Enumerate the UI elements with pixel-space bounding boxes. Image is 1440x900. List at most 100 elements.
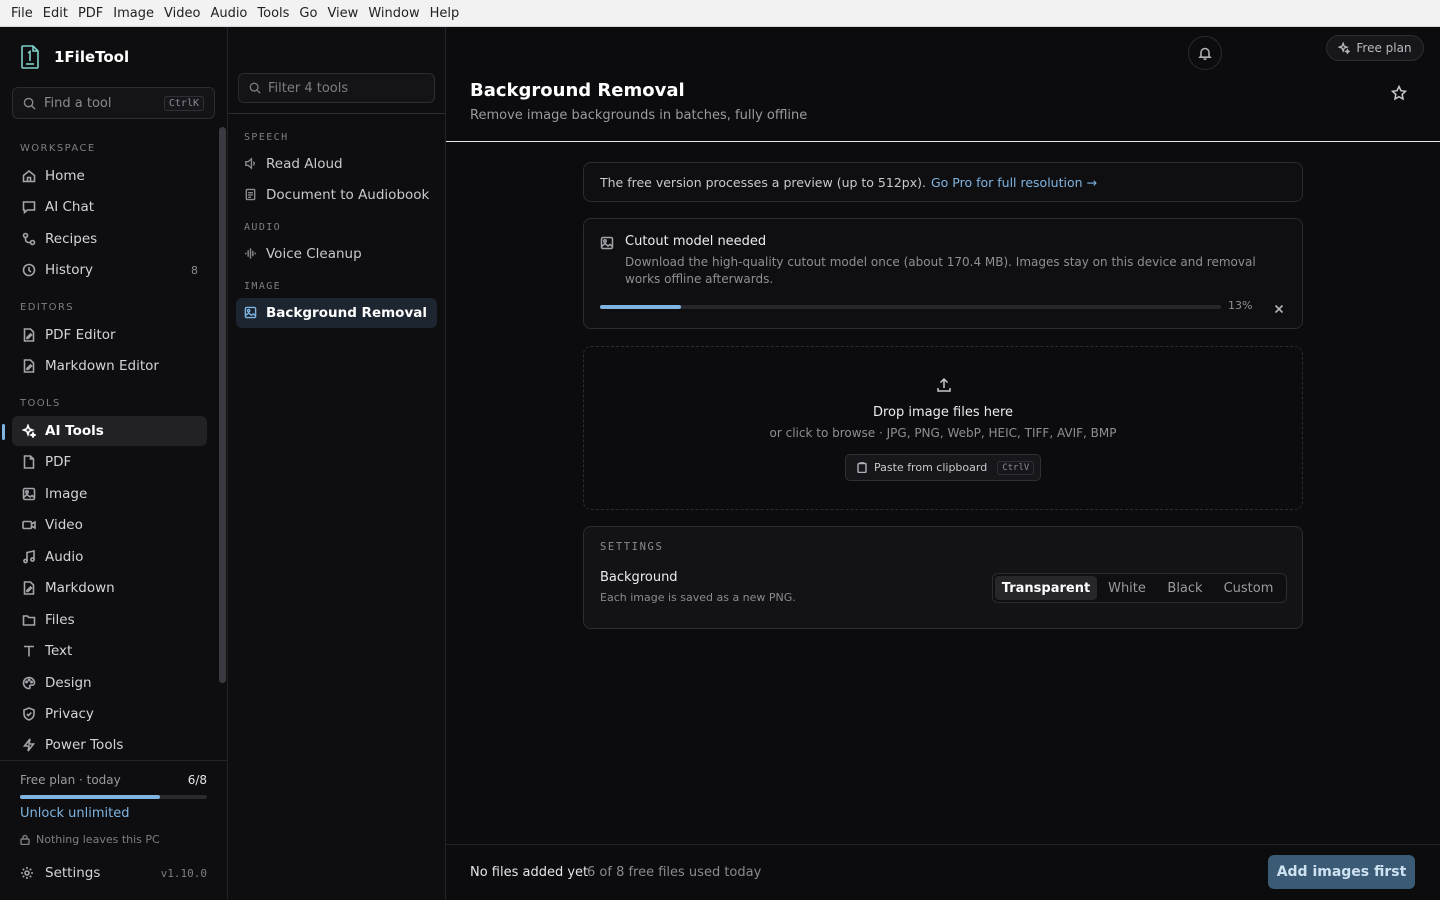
model-description: Download the high-quality cutout model o…	[625, 255, 1256, 286]
go-pro-link[interactable]: Go Pro for full resolution →	[931, 175, 1097, 190]
sidebar-item-text[interactable]: Text	[12, 636, 207, 666]
settings-button[interactable]: Settings v1.10.0	[20, 865, 207, 881]
model-download-progress	[600, 305, 1221, 309]
notifications-button[interactable]	[1188, 36, 1222, 70]
active-indicator	[2, 424, 5, 440]
image-dropzone[interactable]: Drop image files here or click to browse…	[583, 346, 1303, 510]
sidebar-item-power-tools[interactable]: Power Tools	[12, 731, 207, 753]
markdown-icon	[21, 581, 36, 596]
tool-item-document-to-audiobook[interactable]: Document to Audiobook	[236, 180, 437, 210]
find-tool-shortcut: CtrlK	[163, 95, 204, 111]
sidebar-item-design[interactable]: Design	[12, 668, 207, 698]
menu-file[interactable]: File	[6, 0, 38, 27]
model-download-percent: 13%	[1228, 299, 1253, 312]
sidebar-item-label: AI Tools	[45, 423, 104, 439]
cancel-download-button[interactable]	[1273, 300, 1285, 314]
background-option-transparent[interactable]: Transparent	[995, 576, 1097, 600]
menu-audio[interactable]: Audio	[205, 0, 252, 27]
background-option-white[interactable]: White	[1097, 576, 1157, 600]
tool-item-read-aloud[interactable]: Read Aloud	[236, 149, 437, 179]
free-version-notice: The free version processes a preview (up…	[583, 162, 1303, 202]
background-setting-description: Each image is saved as a new PNG.	[600, 591, 796, 604]
os-menu-bar: File Edit PDF Image Video Audio Tools Go…	[0, 0, 1440, 27]
free-plan-badge[interactable]: Free plan	[1326, 35, 1424, 61]
menu-video[interactable]: Video	[159, 0, 205, 27]
tools-panel: Filter 4 tools SPEECH Read Aloud Documen…	[228, 27, 446, 900]
paste-label: Paste from clipboard	[874, 461, 988, 474]
sidebar-item-ai-tools[interactable]: AI Tools	[12, 416, 207, 446]
find-tool-input[interactable]: Find a tool CtrlK	[12, 87, 215, 119]
upload-icon	[935, 376, 953, 394]
menu-image[interactable]: Image	[108, 0, 159, 27]
sidebar: 1FileTool Find a tool CtrlK WORKSPACE Ho…	[0, 27, 228, 900]
menu-help[interactable]: Help	[425, 0, 465, 27]
sidebar-item-privacy[interactable]: Privacy	[12, 699, 207, 729]
filter-tools-placeholder: Filter 4 tools	[268, 80, 349, 96]
background-option-black[interactable]: Black	[1157, 576, 1213, 600]
sidebar-item-video[interactable]: Video	[12, 510, 207, 540]
sidebar-item-label: AI Chat	[45, 199, 95, 215]
menu-view[interactable]: View	[322, 0, 363, 27]
search-icon	[249, 82, 261, 94]
paste-from-clipboard-button[interactable]: Paste from clipboard CtrlV	[845, 454, 1041, 481]
sidebar-item-label: PDF Editor	[45, 327, 116, 343]
header-divider	[446, 141, 1440, 142]
markdown-editor-icon	[21, 359, 36, 374]
add-images-button[interactable]: Add images first	[1268, 855, 1415, 889]
dropzone-title: Drop image files here	[872, 405, 1014, 420]
sidebar-item-home[interactable]: Home	[12, 161, 207, 191]
favorite-button[interactable]	[1390, 84, 1408, 101]
music-icon	[21, 550, 36, 565]
sidebar-scrollbar[interactable]	[219, 127, 226, 683]
lock-icon	[20, 834, 30, 845]
tools-section-audio: AUDIO	[244, 222, 282, 233]
star-icon	[1390, 84, 1408, 101]
tool-item-label: Voice Cleanup	[266, 246, 362, 262]
app-version: v1.10.0	[160, 866, 207, 880]
sidebar-item-image[interactable]: Image	[12, 479, 207, 509]
sidebar-item-recipes[interactable]: Recipes	[12, 224, 207, 254]
sidebar-item-pdf[interactable]: PDF	[12, 447, 207, 477]
brand[interactable]: 1FileTool	[20, 45, 129, 69]
background-option-custom[interactable]: Custom	[1213, 576, 1284, 600]
filter-tools-input[interactable]: Filter 4 tools	[238, 73, 435, 103]
sidebar-scrollbar-thumb[interactable]	[219, 127, 226, 683]
model-download-card: Cutout model needed Download the high-qu…	[583, 218, 1303, 329]
sparkles-icon	[1338, 42, 1351, 54]
speaker-icon	[244, 157, 258, 171]
sidebar-item-audio[interactable]: Audio	[12, 542, 207, 572]
unlock-unlimited-link[interactable]: Unlock unlimited	[20, 806, 129, 821]
menu-tools[interactable]: Tools	[252, 0, 294, 27]
sidebar-item-label: Video	[45, 517, 83, 533]
menu-window[interactable]: Window	[363, 0, 424, 27]
sidebar-item-ai-chat[interactable]: AI Chat	[12, 192, 207, 222]
plan-usage-row: Free plan · today 6/8	[20, 773, 207, 787]
sidebar-item-label: PDF	[45, 454, 72, 470]
sidebar-item-history[interactable]: History 8	[12, 255, 207, 285]
background-segmented-control: Transparent White Black Custom	[992, 573, 1287, 603]
model-download-progress-fill	[600, 305, 681, 309]
page-title: Background Removal	[470, 80, 685, 101]
waveform-icon	[244, 247, 258, 261]
sidebar-item-files[interactable]: Files	[12, 605, 207, 635]
sidebar-item-label: Audio	[45, 549, 84, 565]
sidebar-item-markdown[interactable]: Markdown	[12, 573, 207, 603]
tools-section-image: IMAGE	[244, 281, 282, 292]
privacy-note: Nothing leaves this PC	[20, 833, 160, 846]
bolt-icon	[21, 737, 36, 752]
bell-icon	[1198, 47, 1212, 60]
footer-divider	[446, 844, 1440, 845]
tools-section-speech: SPEECH	[244, 132, 289, 143]
tool-item-background-removal[interactable]: Background Removal	[236, 298, 437, 328]
sparkles-icon	[21, 424, 36, 439]
document-icon	[244, 188, 258, 202]
tool-item-voice-cleanup[interactable]: Voice Cleanup	[236, 239, 437, 269]
menu-go[interactable]: Go	[294, 0, 322, 27]
privacy-note-text: Nothing leaves this PC	[36, 833, 160, 846]
sidebar-item-markdown-editor[interactable]: Markdown Editor	[12, 351, 207, 381]
menu-pdf[interactable]: PDF	[73, 0, 108, 27]
sidebar-item-pdf-editor[interactable]: PDF Editor	[12, 320, 207, 350]
files-status: No files added yet	[470, 865, 589, 880]
settings-label: Settings	[45, 865, 101, 881]
menu-edit[interactable]: Edit	[38, 0, 73, 27]
